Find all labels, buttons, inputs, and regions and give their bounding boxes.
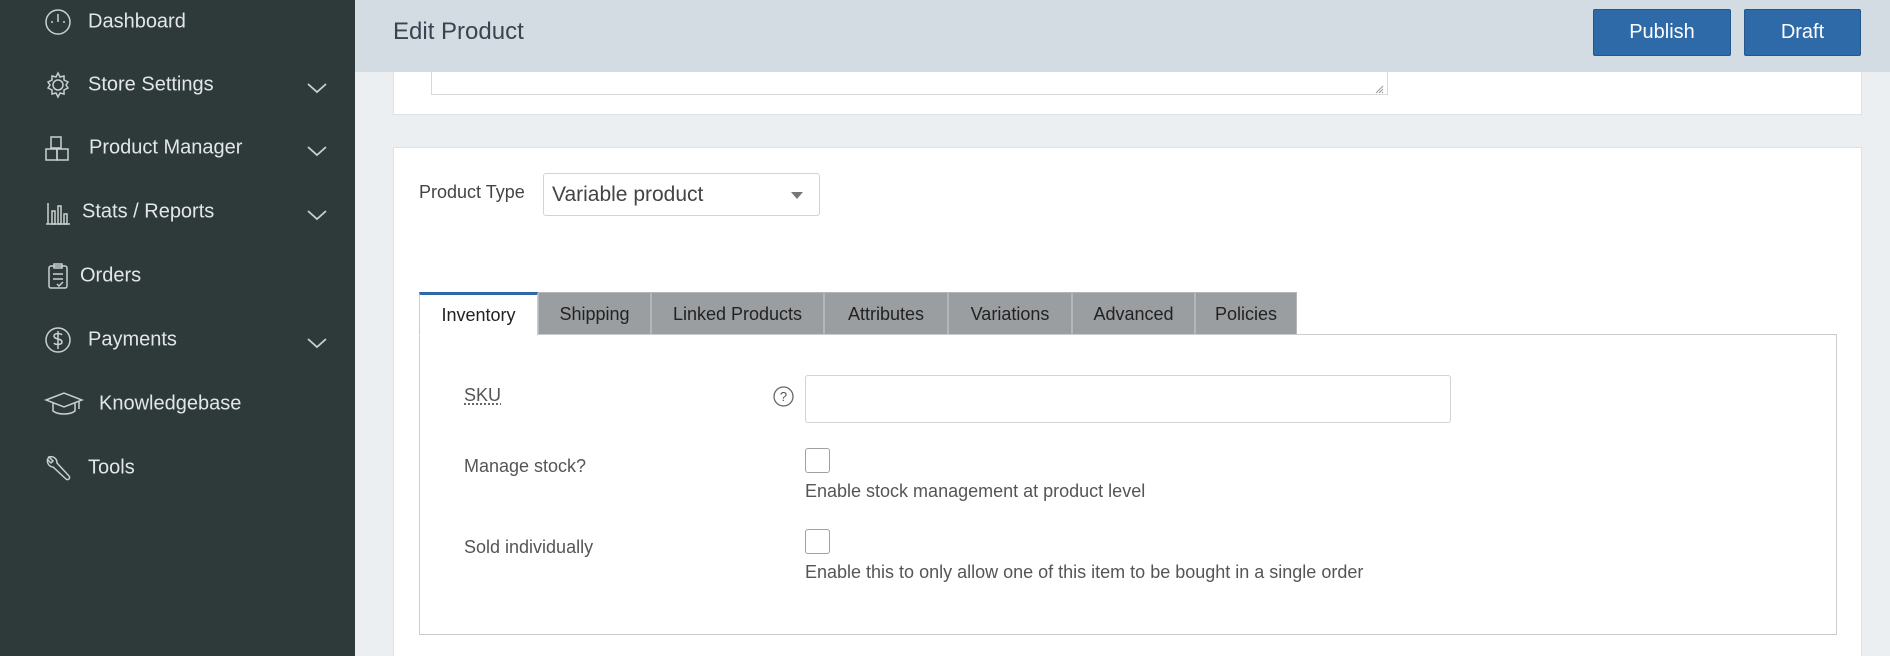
dashboard-icon [42,6,74,38]
wrench-icon [42,452,74,484]
product-type-select[interactable]: Variable product [543,173,820,216]
graduation-cap-icon [44,388,84,420]
sidebar-item-label: Dashboard [88,11,186,34]
sidebar-item-store-settings[interactable]: Store Settings [0,59,355,111]
inventory-panel: SKU ? Manage stock? Enable stock managem… [419,334,1837,635]
sidebar-item-label: Tools [88,457,135,480]
publish-button[interactable]: Publish [1593,9,1731,56]
sold-individually-label: Sold individually [464,537,593,558]
sidebar-item-label: Stats / Reports [82,201,214,224]
chevron-down-icon[interactable] [306,205,328,219]
gear-icon [42,69,74,101]
tab-attributes[interactable]: Attributes [824,292,948,336]
manage-stock-label: Manage stock? [464,456,586,477]
sku-label: SKU [464,385,501,406]
description-textarea[interactable] [431,72,1388,95]
chevron-down-icon[interactable] [306,333,328,347]
page-title: Edit Product [393,18,524,46]
sidebar-item-stats-reports[interactable]: Stats / Reports [0,186,355,238]
sidebar: Dashboard Store Settings Product Manager… [0,0,355,656]
sidebar-item-product-manager[interactable]: Product Manager [0,122,355,174]
sidebar-item-dashboard[interactable]: Dashboard [0,0,355,48]
header: Edit Product Publish Draft [355,0,1890,72]
help-icon[interactable]: ? [773,386,794,407]
svg-text:?: ? [780,389,787,404]
chevron-down-icon[interactable] [306,78,328,92]
sidebar-item-label: Knowledgebase [99,393,241,416]
description-card [393,72,1862,115]
product-type-value: Variable product [552,183,703,207]
chevron-down-icon[interactable] [306,141,328,155]
sold-individually-checkbox[interactable] [805,529,830,554]
manage-stock-checkbox[interactable] [805,448,830,473]
sidebar-item-label: Store Settings [88,74,214,97]
sidebar-item-knowledgebase[interactable]: Knowledgebase [0,378,355,430]
product-type-label: Product Type [419,182,525,203]
tab-policies[interactable]: Policies [1195,292,1297,336]
tab-shipping[interactable]: Shipping [538,292,651,336]
sidebar-item-label: Payments [88,329,177,352]
sidebar-item-label: Orders [80,265,141,288]
tab-variations[interactable]: Variations [948,292,1072,336]
draft-button[interactable]: Draft [1744,9,1861,56]
bar-chart-icon [42,196,74,228]
tab-inventory[interactable]: Inventory [419,292,538,336]
clipboard-icon [42,260,74,292]
sidebar-item-tools[interactable]: Tools [0,442,355,494]
sidebar-item-payments[interactable]: Payments [0,314,355,366]
product-data-card: Product Type Variable product Inventory … [393,147,1862,656]
dollar-icon [42,324,74,356]
caret-down-icon [791,192,803,199]
manage-stock-description: Enable stock management at product level [805,481,1145,502]
boxes-icon [42,132,74,164]
sku-input[interactable] [805,375,1451,423]
sold-individually-description: Enable this to only allow one of this it… [805,562,1363,583]
sidebar-item-label: Product Manager [89,137,242,160]
tab-advanced[interactable]: Advanced [1072,292,1195,336]
resize-handle-icon[interactable] [1374,81,1384,91]
tab-linked-products[interactable]: Linked Products [651,292,824,336]
sidebar-item-orders[interactable]: Orders [0,250,355,302]
